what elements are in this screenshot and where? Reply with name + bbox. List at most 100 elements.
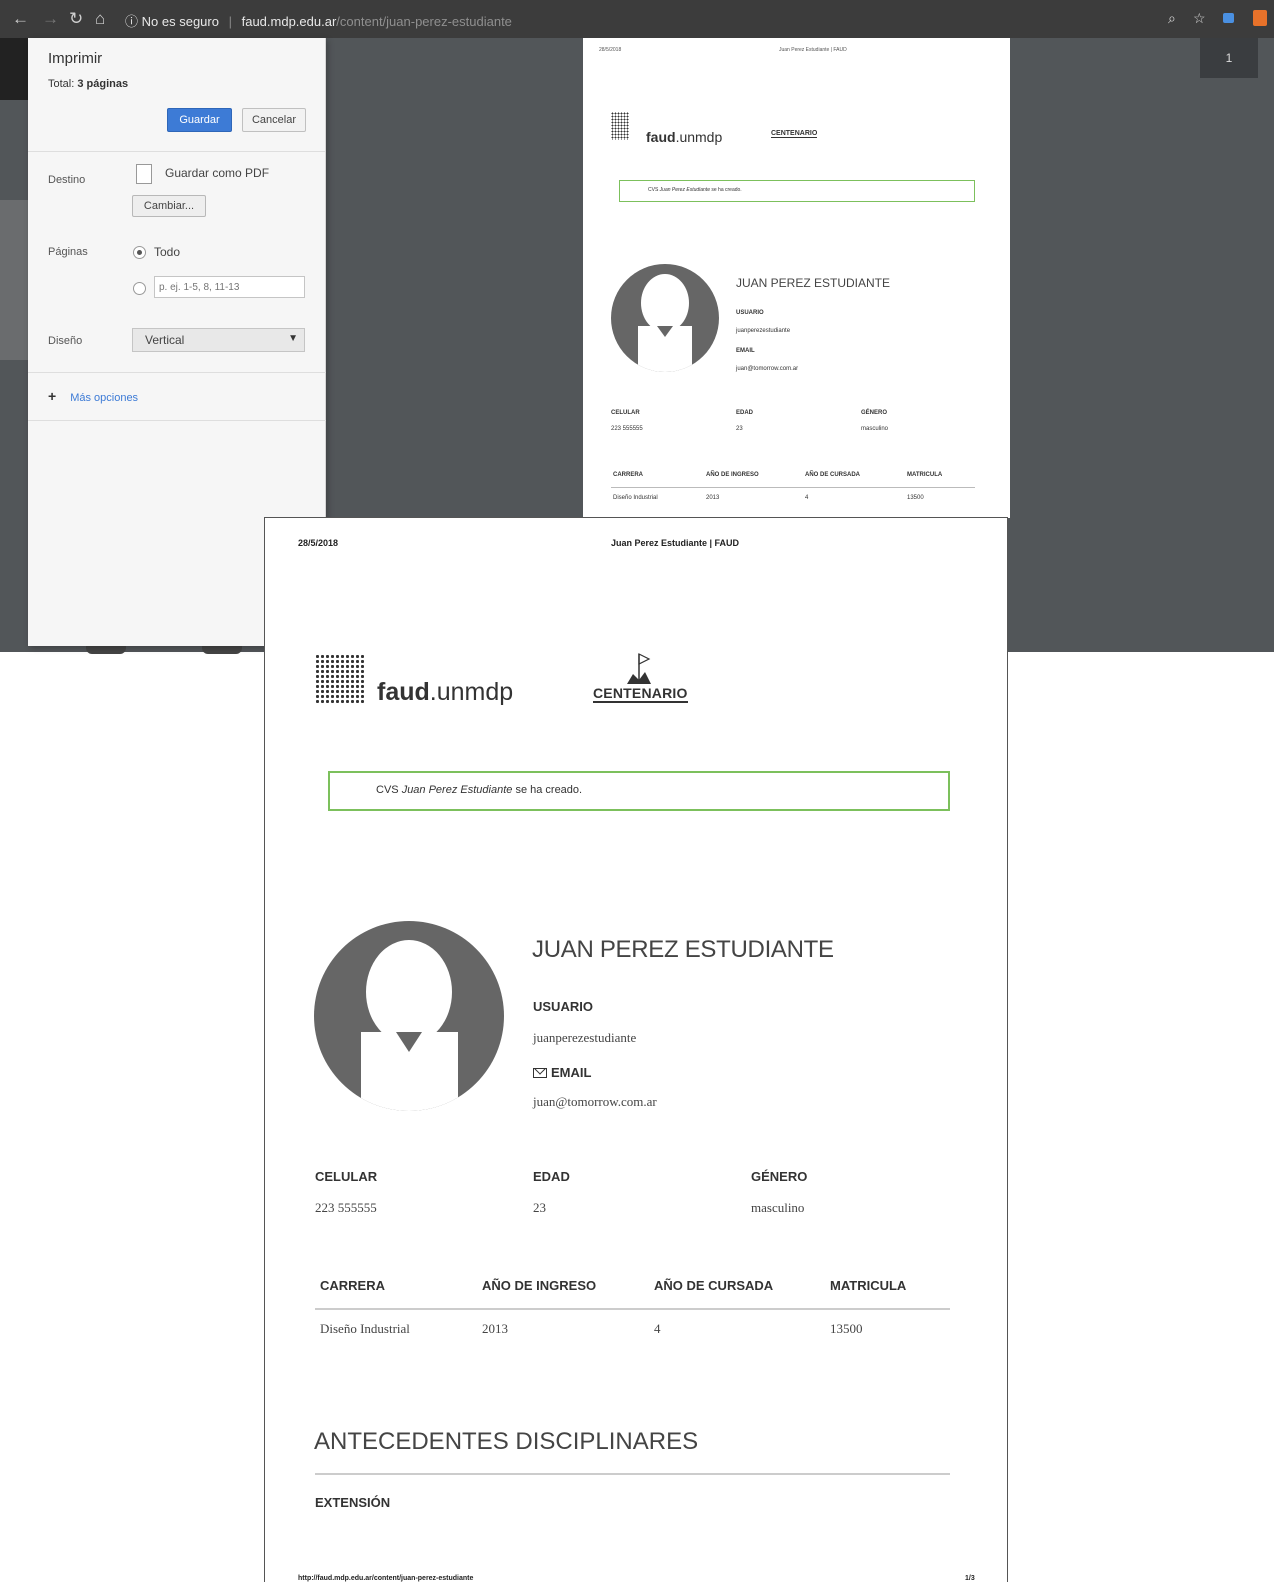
page-date: 28/5/2018 xyxy=(298,538,339,548)
mini-th: CARRERA xyxy=(613,472,643,478)
chevron-down-icon: ▼ xyxy=(288,333,298,344)
table-cell: 13500 xyxy=(830,1321,863,1336)
faud-logo-icon xyxy=(611,112,629,140)
mini-notice: CVS Juan Perez Estudiante se ha creado. xyxy=(619,180,975,202)
preview-page: 28/5/2018 Juan Perez Estudiante | FAUD f… xyxy=(264,517,1008,1582)
cancel-button[interactable]: Cancelar xyxy=(242,108,306,132)
edad-value: 23 xyxy=(533,1200,546,1215)
mini-date: 28/5/2018 xyxy=(599,47,622,53)
zoom-icon[interactable]: ⌕ xyxy=(1168,10,1176,27)
student-name: JUAN PEREZ ESTUDIANTE xyxy=(532,936,834,963)
security-label: No es seguro xyxy=(141,14,219,29)
layout-value: Vertical xyxy=(145,333,185,347)
home-icon[interactable]: ⌂ xyxy=(95,9,105,29)
email-label-text: EMAIL xyxy=(551,1065,592,1080)
more-options-label: Más opciones xyxy=(70,392,139,404)
mini-edad-value: 23 xyxy=(736,426,743,432)
reload-icon[interactable]: ↻ xyxy=(69,9,83,29)
notice-suffix: se ha creado. xyxy=(515,784,583,796)
usuario-value: juanperezestudiante xyxy=(533,1030,637,1045)
notice-prefix: CVS xyxy=(376,784,399,796)
pages-label: Páginas xyxy=(48,246,88,258)
avatar-collar xyxy=(396,1032,422,1052)
avatar xyxy=(314,921,504,1111)
logo-light: .unmdp xyxy=(429,678,514,706)
page-indicator: 1 xyxy=(1200,38,1258,78)
page-edge-grey xyxy=(0,200,30,360)
celular-value: 223 555555 xyxy=(315,1200,377,1215)
usuario-label: USUARIO xyxy=(533,999,593,1014)
info-icon: ⓘ xyxy=(125,14,139,29)
mini-avatar xyxy=(611,264,719,372)
table-header: AÑO DE CURSADA xyxy=(654,1278,774,1293)
table-cell: 4 xyxy=(654,1321,661,1336)
mini-td: 4 xyxy=(805,495,809,501)
total-pages: Total: 3 páginas xyxy=(48,78,128,90)
faud-logo-text: faud.unmdp xyxy=(377,678,513,707)
avatar-head xyxy=(366,940,452,1044)
table-header: MATRICULA xyxy=(830,1278,907,1293)
logo-bold: faud xyxy=(377,678,430,706)
address-bar[interactable]: ⓘ No es seguro | faud.mdp.edu.ar/content… xyxy=(125,11,512,30)
mini-header-title: Juan Perez Estudiante | FAUD xyxy=(779,47,847,53)
table-header: AÑO DE INGRESO xyxy=(482,1278,597,1293)
destination-value: Guardar como PDF xyxy=(165,166,270,180)
page-header-title: Juan Perez Estudiante | FAUD xyxy=(611,538,740,548)
print-dialog-header: Imprimir Total: 3 páginas Guardar Cancel… xyxy=(28,38,325,152)
mini-email-label: EMAIL xyxy=(736,348,755,354)
table-rule xyxy=(315,1308,950,1310)
page-edge-dark xyxy=(0,38,30,100)
mini-th: AÑO DE INGRESO xyxy=(706,472,759,478)
mini-usuario-value: juanperezestudiante xyxy=(736,328,791,334)
extension-orange-icon[interactable] xyxy=(1253,10,1267,26)
genero-label: GÉNERO xyxy=(751,1169,808,1184)
more-options-link[interactable]: + Más opciones xyxy=(48,388,138,404)
table-cell: 2013 xyxy=(482,1321,508,1336)
pages-range-radio[interactable] xyxy=(133,282,146,295)
url-path: /content/juan-perez-estudiante xyxy=(336,14,512,29)
table-header: CARRERA xyxy=(320,1278,385,1293)
section-title: ANTECEDENTES DISCIPLINARES xyxy=(314,1428,699,1455)
divider xyxy=(28,372,326,373)
layout-select[interactable]: Vertical ▼ xyxy=(132,328,305,352)
pages-range-input[interactable] xyxy=(154,276,305,298)
mini-td: Diseño Industrial xyxy=(613,495,658,501)
subsection-title: EXTENSIÓN xyxy=(315,1495,391,1510)
mini-logo-text: faud.unmdp xyxy=(646,129,723,145)
save-button[interactable]: Guardar xyxy=(167,108,232,132)
mini-genero-label: GÉNERO xyxy=(861,410,888,416)
centenario-logo-text: CENTENARIO xyxy=(593,685,688,703)
footer-page-number: 1/3 xyxy=(965,1575,975,1582)
footer-url: http://faud.mdp.edu.ar/content/juan-pere… xyxy=(298,1575,474,1582)
email-label: EMAIL xyxy=(533,1065,591,1080)
total-label: Total: xyxy=(48,78,75,90)
section-rule xyxy=(315,1473,950,1475)
layout-label: Diseño xyxy=(48,335,83,347)
forward-icon[interactable]: → xyxy=(42,9,59,29)
back-icon[interactable]: ← xyxy=(12,9,29,29)
mini-edad-label: EDAD xyxy=(736,410,754,416)
destination-label: Destino xyxy=(48,174,86,186)
extension-icon[interactable] xyxy=(1223,13,1234,23)
url-separator: | xyxy=(228,14,232,29)
mini-table-rule xyxy=(611,487,975,488)
mini-th: AÑO DE CURSADA xyxy=(805,472,861,478)
mini-full-name: JUAN PEREZ ESTUDIANTE xyxy=(736,276,891,290)
edad-label: EDAD xyxy=(533,1169,570,1184)
envelope-icon xyxy=(533,1068,547,1078)
divider xyxy=(28,420,326,421)
notice-name: Juan Perez Estudiante xyxy=(401,784,513,796)
preview-page-small: 28/5/2018 Juan Perez Estudiante | FAUD f… xyxy=(583,38,1010,518)
mini-celular-label: CELULAR xyxy=(611,410,640,416)
mini-centenario-logo: CENTENARIO xyxy=(771,130,818,138)
change-destination-button[interactable]: Cambiar... xyxy=(132,195,206,217)
plus-icon: + xyxy=(48,388,57,404)
mini-celular-value: 223 555555 xyxy=(611,426,643,432)
bookmark-star-icon[interactable]: ☆ xyxy=(1193,10,1206,27)
mini-td: 2013 xyxy=(706,495,720,501)
pages-all-radio[interactable] xyxy=(133,246,146,259)
url-host: faud.mdp.edu.ar xyxy=(241,14,337,29)
dialog-title: Imprimir xyxy=(48,50,103,67)
mini-genero-value: masculino xyxy=(861,426,889,432)
browser-toolbar: ← → ↻ ⌂ ⓘ No es seguro | faud.mdp.edu.ar… xyxy=(0,0,1274,38)
